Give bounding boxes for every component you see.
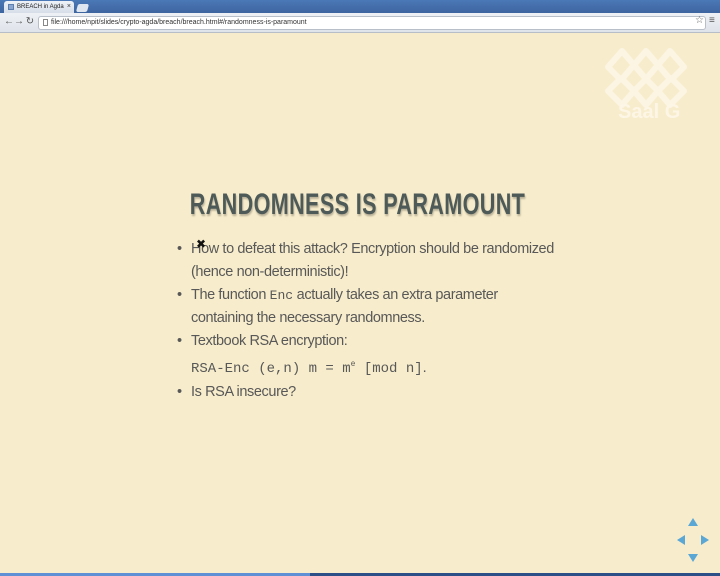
code-enc: Enc [269, 288, 294, 303]
tab-bar: BREACH in Agda × [0, 0, 720, 13]
menu-icon[interactable]: ≡ [709, 15, 715, 26]
tab-title: BREACH in Agda [17, 4, 64, 10]
bullet-text: How to defeat this attack? Encryption sh… [191, 241, 554, 280]
url-text: file:///home/npit/slides/crypto-agda/bre… [51, 19, 307, 26]
bookmark-star-icon[interactable]: ☆ [695, 15, 704, 26]
code-mod: [mod n] [355, 360, 423, 377]
browser-toolbar: ← → ↻ file:///home/npit/slides/crypto-ag… [0, 13, 720, 33]
slide-title: RANDOMNESS IS PARAMOUNT [189, 188, 526, 221]
list-item: Is RSA insecure? [174, 381, 554, 404]
bullet-text: Textbook RSA encryption: [191, 333, 348, 349]
new-tab-button[interactable] [75, 4, 90, 12]
nav-down-arrow-icon[interactable] [688, 554, 698, 562]
bullet-text: The function [191, 287, 270, 303]
reload-icon[interactable]: ↻ [24, 16, 36, 28]
page-icon [43, 18, 48, 26]
page-favicon-icon [8, 4, 14, 10]
logo-text: Saal G [618, 101, 681, 123]
nav-right-arrow-icon[interactable] [701, 535, 709, 545]
nav-up-arrow-icon[interactable] [688, 518, 698, 526]
mouse-cursor-icon: ✖ [196, 237, 207, 251]
browser-tab[interactable]: BREACH in Agda × [4, 1, 74, 13]
list-item: How to defeat this attack? Encryption sh… [174, 238, 554, 284]
bullet-list: How to defeat this attack? Encryption sh… [174, 238, 554, 404]
slide-navigation [677, 518, 709, 562]
list-item: The function Enc actually takes an extra… [174, 284, 554, 330]
code-rsa-enc: RSA-Enc (e,n) m = m [191, 360, 351, 377]
bullet-text: Is RSA insecure? [191, 383, 296, 400]
address-bar[interactable]: file:///home/npit/slides/crypto-agda/bre… [38, 16, 706, 30]
bullet-text: . [422, 359, 427, 376]
tab-close-icon[interactable]: × [67, 3, 71, 10]
slide: Saal G RANDOMNESS IS PARAMOUNT How to de… [0, 33, 720, 576]
nav-left-arrow-icon[interactable] [677, 535, 685, 545]
list-item: Textbook RSA encryption: RSA-Enc (e,n) m … [174, 330, 554, 381]
